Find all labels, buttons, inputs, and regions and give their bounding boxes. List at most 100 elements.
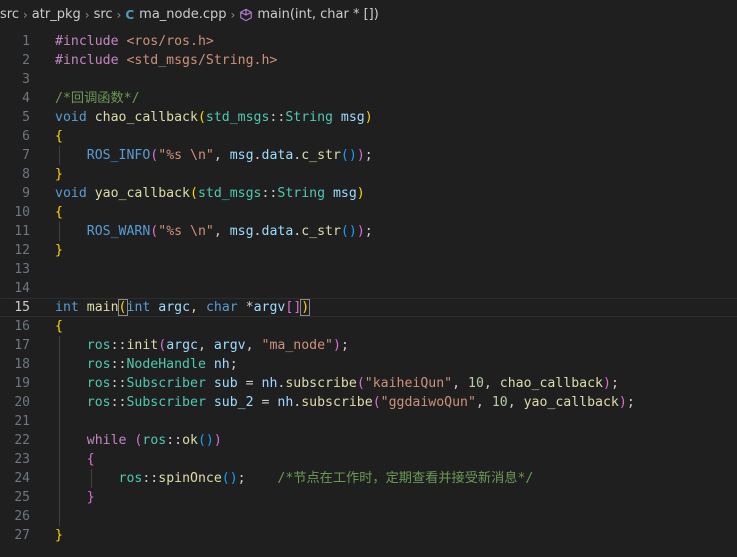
code-text: ros::spinOnce(); /*节点在工作时，定期查看并接受新消息*/: [55, 469, 534, 488]
code-token: ;: [364, 148, 373, 163]
code-line[interactable]: 12}: [0, 241, 737, 260]
code-token: while: [86, 433, 127, 448]
code-token: "%s \n": [158, 224, 214, 239]
code-text: {: [55, 203, 63, 222]
code-line[interactable]: 24 ros::spinOnce(); /*节点在工作时，定期查看并接受新消息*…: [0, 469, 737, 488]
line-number: 5: [22, 110, 30, 125]
code-token: ros: [86, 376, 111, 391]
code-line[interactable]: 15 int main(int argc, char *argv[]): [0, 298, 737, 317]
code-token: ): [332, 338, 341, 353]
code-line[interactable]: 21: [0, 412, 737, 431]
code-line[interactable]: 1 #include <ros/ros.h>: [0, 32, 737, 51]
code-line[interactable]: 17 ros::init(argc, argv, "ma_node");: [0, 336, 737, 355]
code-token: {: [86, 452, 95, 467]
code-token: <ros/ros.h>: [126, 34, 214, 49]
code-token: argv: [253, 300, 286, 315]
code-token: yao_callback: [94, 186, 190, 201]
code-token: data: [261, 148, 294, 163]
code-line[interactable]: 6{: [0, 127, 737, 146]
code-token: ): [300, 299, 311, 316]
chevron-right-icon: ›: [22, 7, 28, 22]
chevron-right-icon: ›: [84, 7, 90, 22]
code-token: nh: [277, 395, 294, 410]
code-line[interactable]: 5 void chao_callback(std_msgs::String msg…: [0, 108, 737, 127]
code-line[interactable]: 9 void yao_callback(std_msgs::String msg): [0, 184, 737, 203]
code-line[interactable]: 25 }: [0, 488, 737, 507]
code-token: argc: [158, 300, 191, 315]
code-text: {: [55, 317, 63, 336]
code-line[interactable]: 26: [0, 507, 737, 526]
code-line[interactable]: 18 ros::NodeHandle nh;: [0, 355, 737, 374]
code-line[interactable]: 14: [0, 279, 737, 298]
code-line[interactable]: 27}: [0, 526, 737, 545]
code-token: (: [117, 299, 128, 316]
code-token: }: [55, 528, 63, 543]
code-token: .: [253, 148, 262, 163]
code-token: ,: [452, 376, 468, 391]
code-token: ,: [190, 300, 206, 315]
line-number: 19: [14, 376, 30, 391]
breadcrumb-item-symbol[interactable]: main(int, char * []): [257, 7, 378, 22]
code-line[interactable]: 10 {: [0, 203, 737, 222]
code-token: (: [197, 110, 206, 125]
code-token: msg: [332, 186, 357, 201]
code-line[interactable]: 20 ros::Subscriber sub_2 = nh.subscribe(…: [0, 393, 737, 412]
chevron-right-icon: ›: [230, 7, 236, 22]
code-text: while (ros::ok()): [55, 431, 222, 450]
code-token: ): [356, 224, 365, 239]
code-token: (: [190, 186, 198, 201]
line-number: 2: [22, 53, 30, 68]
breadcrumb-item-atr-pkg[interactable]: atr_pkg: [32, 7, 81, 22]
code-token: sub: [213, 376, 238, 391]
code-token: ROS_WARN: [86, 224, 151, 239]
code-token: ros: [86, 338, 111, 353]
code-token: c_str: [301, 148, 341, 163]
code-line[interactable]: 4 /*回调函数*/: [0, 89, 737, 108]
code-token: ::: [110, 376, 127, 391]
code-line[interactable]: 2 #include <std_msgs/String.h>: [0, 51, 737, 70]
code-line[interactable]: 3: [0, 70, 737, 89]
code-token: chao_callback: [94, 110, 198, 125]
code-text: ros::NodeHandle nh;: [55, 355, 238, 374]
line-number: 21: [14, 414, 30, 429]
code-line[interactable]: 19 ros::Subscriber sub = nh.subscribe("k…: [0, 374, 737, 393]
code-token: {: [55, 319, 63, 334]
breadcrumb-item-src[interactable]: src: [0, 7, 19, 22]
code-editor[interactable]: 1 #include <ros/ros.h> 2 #include <std_msgs…: [0, 29, 737, 557]
line-number: 17: [14, 338, 30, 353]
breadcrumb: src › atr_pkg › src › C ma_node.cpp › ma…: [0, 0, 737, 29]
indent-guide: [90, 469, 92, 488]
indent-guide: [59, 336, 60, 526]
code-token: String: [277, 186, 326, 201]
code-token: argc: [166, 338, 198, 353]
line-number: 22: [14, 433, 30, 448]
line-number: 16: [14, 319, 30, 334]
code-token: []: [285, 300, 302, 315]
line-number: 20: [14, 395, 30, 410]
line-number: 11: [14, 224, 30, 239]
breadcrumb-item-src-2[interactable]: src: [94, 7, 113, 22]
line-number: 8: [22, 167, 30, 182]
code-text: {: [55, 127, 63, 146]
code-line[interactable]: 8}: [0, 165, 737, 184]
code-line[interactable]: 13: [0, 260, 737, 279]
code-line[interactable]: 23 {: [0, 450, 737, 469]
code-token: nh: [261, 376, 278, 391]
code-token: }: [86, 490, 95, 505]
code-line[interactable]: 11 ROS_WARN("%s \n", msg.data.c_str());: [0, 222, 737, 241]
line-number: 25: [14, 490, 30, 505]
indent-guide: [59, 222, 60, 241]
code-line[interactable]: 16 {: [0, 317, 737, 336]
code-token: ,: [213, 148, 230, 163]
code-text: ros::init(argc, argv, "ma_node");: [55, 336, 349, 355]
code-line[interactable]: 22 while (ros::ok()): [0, 431, 737, 450]
breadcrumb-item-file[interactable]: ma_node.cpp: [139, 7, 226, 22]
code-token: ;: [237, 471, 246, 486]
code-token: ;: [364, 224, 373, 239]
code-token: }: [55, 167, 63, 182]
code-line[interactable]: 7 ROS_INFO("%s \n", msg.data.c_str());: [0, 146, 737, 165]
code-token: (): [340, 148, 357, 163]
